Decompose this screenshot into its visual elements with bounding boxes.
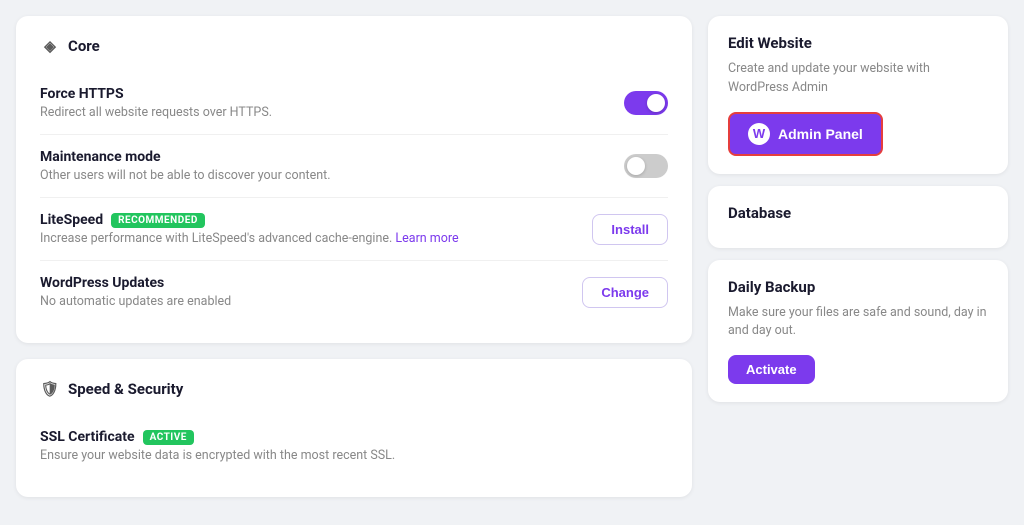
maintenance-mode-info: Maintenance mode Other users will not be… xyxy=(40,149,624,183)
wordpress-updates-row: WordPress Updates No automatic updates a… xyxy=(40,261,668,323)
speed-security-title: Speed & Security xyxy=(68,380,183,398)
database-card: Database xyxy=(708,186,1008,248)
admin-panel-button[interactable]: W Admin Panel xyxy=(728,112,883,156)
litespeed-info: LiteSpeed RECOMMENDED Increase performan… xyxy=(40,212,592,246)
wordpress-updates-change-button[interactable]: Change xyxy=(582,277,668,308)
core-section-header: ◈ Core xyxy=(40,36,668,56)
core-title: Core xyxy=(68,37,100,55)
maintenance-mode-title: Maintenance mode xyxy=(40,149,624,165)
daily-backup-card: Daily Backup Make sure your files are sa… xyxy=(708,260,1008,403)
ssl-certificate-info: SSL Certificate ACTIVE Ensure your websi… xyxy=(40,429,668,463)
maintenance-mode-desc: Other users will not be able to discover… xyxy=(40,168,624,183)
litespeed-learn-more-link[interactable]: Learn more xyxy=(395,231,458,246)
litespeed-badge: RECOMMENDED xyxy=(111,213,205,228)
litespeed-desc: Increase performance with LiteSpeed's ad… xyxy=(40,231,592,246)
edit-website-card: Edit Website Create and update your webs… xyxy=(708,16,1008,174)
force-https-toggle[interactable] xyxy=(624,91,668,115)
core-icon: ◈ xyxy=(40,36,60,56)
force-https-info: Force HTTPS Redirect all website request… xyxy=(40,86,624,120)
maintenance-mode-toggle[interactable] xyxy=(624,154,668,178)
speed-security-icon: 🛡 xyxy=(40,379,60,399)
daily-backup-activate-button[interactable]: Activate xyxy=(728,355,815,384)
force-https-desc: Redirect all website requests over HTTPS… xyxy=(40,105,624,120)
wordpress-updates-info: WordPress Updates No automatic updates a… xyxy=(40,275,582,309)
speed-security-card: 🛡 Speed & Security SSL Certificate ACTIV… xyxy=(16,359,692,497)
edit-website-desc: Create and update your website with Word… xyxy=(728,60,988,98)
force-https-title: Force HTTPS xyxy=(40,86,624,102)
wordpress-updates-title: WordPress Updates xyxy=(40,275,582,291)
ssl-certificate-row: SSL Certificate ACTIVE Ensure your websi… xyxy=(40,415,668,477)
force-https-row: Force HTTPS Redirect all website request… xyxy=(40,72,668,135)
edit-website-title: Edit Website xyxy=(728,34,988,52)
wordpress-logo-icon: W xyxy=(748,123,770,145)
ssl-certificate-desc: Ensure your website data is encrypted wi… xyxy=(40,448,668,463)
daily-backup-desc: Make sure your files are safe and sound,… xyxy=(728,304,988,342)
speed-security-header: 🛡 Speed & Security xyxy=(40,379,668,399)
core-card: ◈ Core Force HTTPS Redirect all website … xyxy=(16,16,692,343)
daily-backup-title: Daily Backup xyxy=(728,278,988,296)
wordpress-updates-desc: No automatic updates are enabled xyxy=(40,294,582,309)
admin-panel-label: Admin Panel xyxy=(778,126,863,142)
litespeed-title: LiteSpeed RECOMMENDED xyxy=(40,212,592,228)
maintenance-mode-row: Maintenance mode Other users will not be… xyxy=(40,135,668,198)
ssl-certificate-title: SSL Certificate ACTIVE xyxy=(40,429,668,445)
litespeed-row: LiteSpeed RECOMMENDED Increase performan… xyxy=(40,198,668,261)
ssl-certificate-badge: ACTIVE xyxy=(143,430,194,445)
database-title: Database xyxy=(728,204,988,222)
litespeed-install-button[interactable]: Install xyxy=(592,214,668,245)
